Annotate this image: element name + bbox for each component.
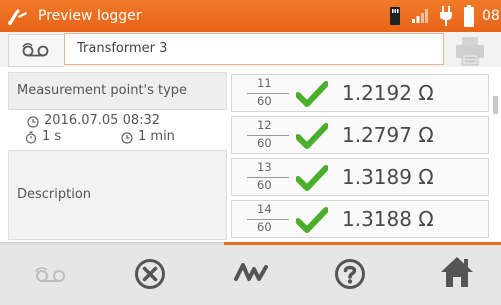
measurement-type-label: Measurement point's type bbox=[17, 83, 188, 98]
result-total: 60 bbox=[257, 136, 272, 150]
result-value: 1.3188 Ω bbox=[342, 207, 434, 231]
close-button[interactable] bbox=[100, 245, 200, 305]
help-button[interactable] bbox=[300, 245, 400, 305]
bottom-toolbar bbox=[0, 245, 501, 305]
result-total: 60 bbox=[257, 94, 272, 108]
graph-button[interactable] bbox=[200, 245, 300, 305]
duration-value: 1 min bbox=[138, 129, 175, 144]
logger-icon bbox=[22, 43, 49, 57]
app-logo-icon bbox=[8, 9, 27, 25]
home-icon bbox=[441, 257, 473, 287]
waveform-icon bbox=[234, 263, 268, 281]
result-index: 13 bbox=[257, 160, 272, 174]
printer-icon[interactable] bbox=[454, 36, 486, 66]
check-icon bbox=[296, 207, 328, 233]
clock: 08:33 bbox=[482, 8, 501, 24]
result-value: 1.2192 Ω bbox=[342, 81, 434, 105]
plug-icon bbox=[440, 6, 452, 26]
logger-name-field[interactable]: Transformer 3 bbox=[64, 33, 444, 65]
logger-name: Transformer 3 bbox=[77, 41, 168, 56]
result-index: 12 bbox=[257, 118, 272, 132]
signal-icon bbox=[412, 9, 428, 23]
logger-type-button[interactable] bbox=[8, 34, 64, 67]
logger-button[interactable] bbox=[0, 245, 100, 305]
info-panel: Measurement point's type 2016.07.05 08:3… bbox=[8, 72, 227, 240]
result-index: 11 bbox=[257, 76, 272, 90]
check-icon bbox=[296, 165, 328, 191]
status-bar: Preview logger 08:33 bbox=[0, 0, 501, 32]
result-row[interactable]: 13 60 1.3189 Ω bbox=[231, 158, 489, 196]
results-scrollbar[interactable] bbox=[493, 96, 498, 114]
results-list[interactable]: 11 60 1.2192 Ω 12 60 1.2797 Ω 13 60 1.31… bbox=[231, 72, 491, 242]
close-icon bbox=[135, 259, 165, 289]
description-field[interactable]: Description bbox=[8, 150, 227, 240]
stopwatch-icon bbox=[25, 131, 37, 144]
app-title: Preview logger bbox=[38, 8, 142, 24]
result-row[interactable]: 14 60 1.3188 Ω bbox=[231, 200, 489, 238]
logger-icon bbox=[35, 267, 65, 282]
result-index: 14 bbox=[257, 202, 272, 216]
result-value: 1.3189 Ω bbox=[342, 165, 434, 189]
check-icon bbox=[296, 123, 328, 149]
help-icon bbox=[335, 259, 365, 289]
home-button[interactable] bbox=[400, 245, 500, 305]
description-label: Description bbox=[17, 187, 92, 202]
result-row[interactable]: 11 60 1.2192 Ω bbox=[231, 74, 489, 112]
result-row[interactable]: 12 60 1.2797 Ω bbox=[231, 116, 489, 154]
result-total: 60 bbox=[257, 220, 272, 234]
result-value: 1.2797 Ω bbox=[342, 123, 434, 147]
interval-value: 1 s bbox=[42, 129, 62, 144]
sd-card-icon bbox=[390, 7, 400, 25]
result-total: 60 bbox=[257, 178, 272, 192]
measurement-type-field[interactable]: Measurement point's type bbox=[8, 72, 227, 110]
clock-icon bbox=[27, 116, 39, 128]
check-icon bbox=[296, 81, 328, 107]
datetime: 2016.07.05 08:32 bbox=[44, 113, 161, 128]
duration-clock-icon bbox=[121, 132, 133, 144]
battery-icon bbox=[464, 5, 474, 27]
